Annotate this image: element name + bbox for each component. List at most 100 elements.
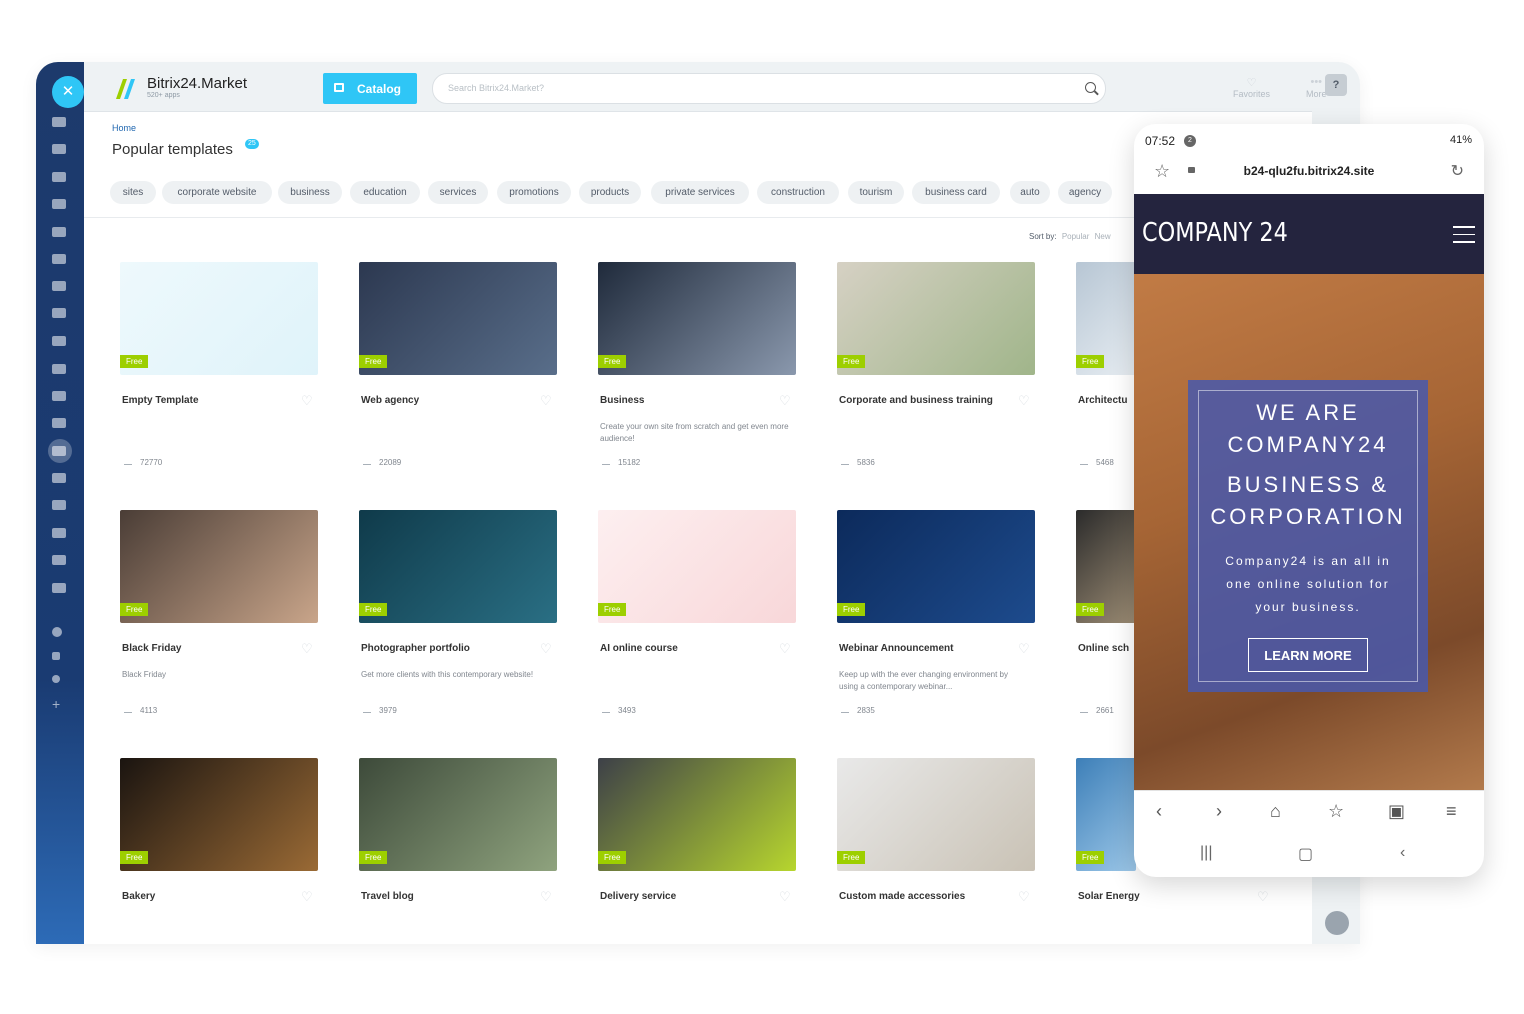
template-card-image[interactable]: Free bbox=[837, 758, 1035, 871]
cart-icon[interactable] bbox=[52, 446, 68, 458]
template-card-title[interactable]: Business bbox=[600, 395, 644, 406]
template-card-image[interactable]: Free bbox=[359, 262, 557, 375]
tag-promotions[interactable]: promotions bbox=[497, 181, 571, 204]
sidebar-icon-robot[interactable] bbox=[52, 528, 68, 540]
favorite-heart-icon[interactable]: ♡ bbox=[301, 889, 313, 905]
back-icon[interactable]: ‹ bbox=[1156, 801, 1162, 822]
help-button[interactable]: ? bbox=[1325, 74, 1347, 96]
tag-sites[interactable]: sites bbox=[110, 181, 156, 204]
close-icon[interactable]: ✕ bbox=[52, 76, 84, 108]
sort-new[interactable]: New bbox=[1095, 232, 1111, 241]
sidebar-icon-drive[interactable] bbox=[52, 254, 68, 266]
favorite-heart-icon[interactable]: ♡ bbox=[779, 393, 791, 409]
template-card-image[interactable]: Free bbox=[120, 758, 318, 871]
template-card-image[interactable]: Free bbox=[598, 758, 796, 871]
template-card-title[interactable]: Photographer portfolio bbox=[361, 643, 470, 654]
sidebar-icon-box[interactable] bbox=[52, 555, 68, 567]
sidebar-icon-shop[interactable] bbox=[52, 391, 68, 403]
more-button[interactable]: ••• More bbox=[1306, 76, 1327, 99]
template-card-title[interactable]: Corporate and business training bbox=[839, 395, 993, 406]
favorite-heart-icon[interactable]: ♡ bbox=[301, 393, 313, 409]
sidebar-icon-groups[interactable] bbox=[52, 308, 68, 320]
system-back-icon[interactable]: ‹ bbox=[1400, 844, 1405, 862]
template-card-title[interactable]: Architectu bbox=[1078, 395, 1127, 406]
tag-construction[interactable]: construction bbox=[757, 181, 839, 204]
template-card-title[interactable]: Bakery bbox=[122, 891, 155, 902]
tag-private-services[interactable]: private services bbox=[651, 181, 749, 204]
sort-popular[interactable]: Popular bbox=[1062, 232, 1090, 241]
template-card-title[interactable]: Custom made accessories bbox=[839, 891, 965, 902]
template-card-title[interactable]: Solar Energy bbox=[1078, 891, 1140, 902]
sidebar-icon-contacts[interactable] bbox=[52, 500, 68, 512]
sidebar-icon-checklist[interactable] bbox=[52, 336, 68, 348]
tag-agency[interactable]: agency bbox=[1058, 181, 1112, 204]
tag-tourism[interactable]: tourism bbox=[848, 181, 904, 204]
template-card-image[interactable]: Free bbox=[598, 262, 796, 375]
home-icon[interactable]: ⌂ bbox=[1270, 801, 1281, 822]
favorite-heart-icon[interactable]: ♡ bbox=[779, 889, 791, 905]
favorite-heart-icon[interactable]: ♡ bbox=[540, 889, 552, 905]
site-logo[interactable]: COMPANY 24 bbox=[1142, 218, 1288, 248]
tag-business[interactable]: business bbox=[278, 181, 342, 204]
template-card-title[interactable]: Empty Template bbox=[122, 395, 199, 406]
template-card-title[interactable]: Webinar Announcement bbox=[839, 643, 953, 654]
favorite-heart-icon[interactable]: ♡ bbox=[1018, 641, 1030, 657]
bookmark-icon[interactable]: ☆ bbox=[1328, 801, 1344, 822]
sidebar-icon-filter[interactable] bbox=[52, 364, 68, 376]
tabs-icon[interactable]: ▣ bbox=[1388, 801, 1405, 822]
sidebar-icon-feed[interactable] bbox=[52, 117, 68, 129]
favorite-heart-icon[interactable]: ♡ bbox=[540, 393, 552, 409]
system-home-icon[interactable]: ▢ bbox=[1298, 844, 1313, 864]
tag-corporate-website[interactable]: corporate website bbox=[162, 181, 272, 204]
tag-services[interactable]: services bbox=[428, 181, 488, 204]
favorite-heart-icon[interactable]: ♡ bbox=[540, 641, 552, 657]
gear-icon[interactable] bbox=[52, 675, 68, 687]
template-card-image[interactable]: Free bbox=[359, 510, 557, 623]
template-card-title[interactable]: Web agency bbox=[361, 395, 419, 406]
sidebar-icon-sign[interactable] bbox=[52, 473, 68, 485]
address-bar[interactable]: b24-qlu2fu.bitrix24.site bbox=[1134, 164, 1484, 178]
template-card-image[interactable]: Free bbox=[837, 510, 1035, 623]
template-card-image[interactable]: Free bbox=[837, 262, 1035, 375]
favorite-heart-icon[interactable]: ♡ bbox=[1257, 889, 1269, 905]
learn-more-button[interactable]: LEARN MORE bbox=[1248, 638, 1368, 672]
template-card-title[interactable]: AI online course bbox=[600, 643, 678, 654]
sidebar-icon-calendar[interactable] bbox=[52, 199, 68, 211]
sitemap-icon[interactable] bbox=[52, 652, 68, 664]
sidebar-icon-docs[interactable] bbox=[52, 227, 68, 239]
tag-education[interactable]: education bbox=[350, 181, 420, 204]
search-input[interactable]: Search Bitrix24.Market? bbox=[432, 73, 1106, 104]
tag-products[interactable]: products bbox=[579, 181, 641, 204]
forward-icon[interactable]: › bbox=[1216, 801, 1222, 822]
template-card-image[interactable]: Free bbox=[1076, 758, 1136, 871]
reload-icon[interactable]: ↻ bbox=[1451, 161, 1464, 181]
template-card-title[interactable]: Black Friday bbox=[122, 643, 181, 654]
catalog-button[interactable]: Catalog bbox=[323, 73, 417, 104]
template-card-title[interactable]: Online sch bbox=[1078, 643, 1129, 654]
template-card-image[interactable]: Free bbox=[359, 758, 557, 871]
plus-icon[interactable]: + bbox=[52, 697, 68, 711]
sidebar-icon-mail[interactable] bbox=[52, 281, 68, 293]
favorite-heart-icon[interactable]: ♡ bbox=[301, 641, 313, 657]
recents-icon[interactable]: ||| bbox=[1200, 844, 1212, 862]
menu-icon[interactable]: ≡ bbox=[1446, 801, 1457, 822]
favorite-heart-icon[interactable]: ♡ bbox=[1018, 889, 1030, 905]
sidebar-icon-target[interactable] bbox=[52, 418, 68, 430]
favorite-heart-icon[interactable]: ♡ bbox=[779, 641, 791, 657]
avatar[interactable] bbox=[1325, 911, 1349, 935]
template-card-image[interactable]: Free bbox=[120, 510, 318, 623]
template-card-image[interactable]: Free bbox=[1076, 510, 1136, 623]
breadcrumb[interactable]: Home bbox=[112, 123, 136, 133]
tag-auto[interactable]: auto bbox=[1010, 181, 1050, 204]
sort-control[interactable]: Sort by: Popular New bbox=[1029, 232, 1111, 241]
template-card-title[interactable]: Delivery service bbox=[600, 891, 676, 902]
sidebar-icon-more[interactable] bbox=[52, 583, 68, 595]
favorites-button[interactable]: ♡ Favorites bbox=[1233, 76, 1270, 99]
help-icon[interactable] bbox=[52, 627, 68, 639]
tag-business-card[interactable]: business card bbox=[912, 181, 1000, 204]
search-icon[interactable] bbox=[1085, 82, 1096, 93]
template-card-image[interactable]: Free bbox=[120, 262, 318, 375]
favorite-heart-icon[interactable]: ♡ bbox=[1018, 393, 1030, 409]
template-card-image[interactable]: Free bbox=[1076, 262, 1136, 375]
hamburger-menu-icon[interactable] bbox=[1453, 226, 1475, 249]
